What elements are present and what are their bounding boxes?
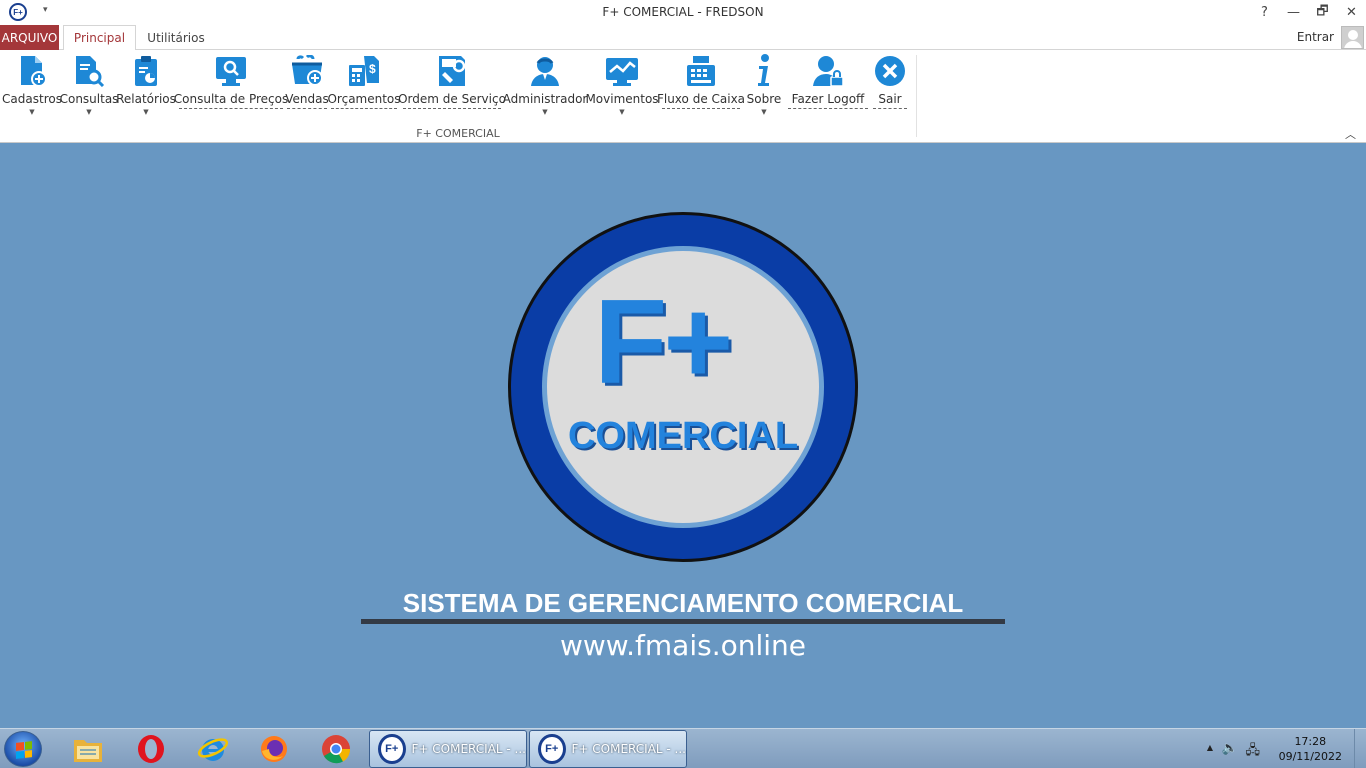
sair-button[interactable]: Sair: [872, 54, 908, 118]
tab-utilitarios[interactable]: Utilitários: [140, 25, 212, 50]
network-icon[interactable]: 🖧: [1246, 741, 1261, 763]
relatorios-label: Relatórios: [116, 92, 176, 106]
consulta-precos-label: Consulta de Preços: [173, 92, 289, 106]
orcamentos-label: Orçamentos: [327, 92, 401, 106]
help-button[interactable]: ?: [1250, 0, 1279, 25]
admin-user-icon: [528, 54, 562, 88]
vendas-label: Vendas: [285, 92, 329, 106]
collapse-ribbon-icon[interactable]: ︿: [1345, 126, 1356, 142]
logo: F+ COMERCIAL: [508, 212, 858, 562]
close-circle-icon: [873, 54, 907, 88]
monitor-chart-icon: [605, 54, 639, 88]
dashed-underline: [403, 108, 501, 109]
fplus-app-icon: F+: [378, 734, 406, 764]
dashed-underline: [662, 108, 740, 109]
consultas-label: Consultas: [59, 92, 119, 106]
sobre-button[interactable]: Sobre ▼: [744, 54, 784, 118]
chevron-down-icon: ▼: [143, 108, 149, 116]
ribbon-group-separator: [916, 55, 917, 137]
opera-icon[interactable]: [135, 733, 167, 765]
website-url: www.fmais.online: [560, 629, 806, 662]
administrador-button[interactable]: Administrador ▼: [503, 54, 587, 118]
chevron-down-icon: ▼: [542, 108, 548, 116]
tagline-underline: [361, 619, 1005, 624]
tray-expand-icon[interactable]: ▲: [1207, 743, 1213, 752]
fplus-app-icon: F+: [538, 734, 566, 764]
windows-logo-icon: [16, 741, 32, 759]
window-title: F+ COMERCIAL - FREDSON: [602, 5, 764, 19]
logo-mark: F+: [594, 275, 733, 409]
firefox-icon[interactable]: [258, 733, 290, 765]
clock[interactable]: 17:28 09/11/2022: [1279, 734, 1342, 764]
service-order-icon: [435, 54, 469, 88]
calculator-document-icon: $: [347, 54, 381, 88]
tab-principal[interactable]: Principal: [63, 25, 136, 51]
sair-label: Sair: [878, 92, 902, 106]
info-icon: [747, 54, 781, 88]
orcamentos-button[interactable]: $ Orçamentos: [327, 54, 401, 118]
fluxo-caixa-button[interactable]: Fluxo de Caixa: [656, 54, 746, 118]
fluxo-caixa-label: Fluxo de Caixa: [656, 92, 746, 106]
show-desktop-button[interactable]: [1354, 729, 1366, 768]
close-button[interactable]: ✕: [1337, 0, 1366, 25]
dashed-underline: [179, 108, 283, 109]
dashed-underline: [788, 108, 868, 109]
ordem-servico-button[interactable]: Ordem de Serviço: [398, 54, 506, 118]
volume-icon[interactable]: 🔈: [1222, 741, 1238, 756]
taskbar-app-2-label: F+ COMERCIAL - ...: [571, 742, 687, 756]
svg-text:$: $: [369, 62, 376, 76]
minimize-button[interactable]: —: [1279, 0, 1308, 25]
cadastros-label: Cadastros: [2, 92, 62, 106]
administrador-label: Administrador: [502, 92, 588, 106]
document-add-icon: [15, 54, 49, 88]
dashed-underline: [873, 108, 907, 109]
consulta-precos-button[interactable]: Consulta de Preços: [174, 54, 288, 118]
vendas-button[interactable]: Vendas: [285, 54, 329, 118]
window-controls: ? — 🗗 ✕: [1250, 0, 1366, 25]
restore-button[interactable]: 🗗: [1308, 0, 1337, 25]
file-explorer-icon[interactable]: [72, 733, 104, 765]
cadastros-button[interactable]: Cadastros ▼: [2, 54, 62, 118]
user-lock-icon: [811, 54, 845, 88]
clipboard-chart-icon: [129, 54, 163, 88]
ribbon-group-label: F+ COMERCIAL: [416, 127, 500, 140]
dashed-underline: [287, 108, 327, 109]
chevron-down-icon: ▼: [29, 108, 35, 116]
avatar[interactable]: [1341, 26, 1364, 49]
clock-date: 09/11/2022: [1278, 750, 1342, 763]
fazer-logoff-button[interactable]: Fazer Logoff: [786, 54, 870, 118]
consultas-button[interactable]: Consultas ▼: [59, 54, 119, 118]
monitor-search-icon: [214, 54, 248, 88]
relatorios-button[interactable]: Relatórios ▼: [116, 54, 176, 118]
tab-arquivo[interactable]: ARQUIVO: [0, 25, 59, 50]
logo-text: COMERCIAL: [567, 415, 799, 457]
signin-link[interactable]: Entrar: [1297, 30, 1334, 44]
chevron-down-icon: ▼: [761, 108, 767, 116]
taskbar-app-1-label: F+ COMERCIAL - ...: [411, 742, 527, 756]
taskbar-app-2[interactable]: F+ F+ COMERCIAL - ...: [529, 730, 687, 768]
taskbar: F+ F+ COMERCIAL - ... F+ F+ COMERCIAL - …: [0, 728, 1366, 768]
ordem-servico-label: Ordem de Serviço: [398, 92, 506, 106]
taskbar-app-1[interactable]: F+ F+ COMERCIAL - ...: [369, 730, 527, 768]
main-background: F+ COMERCIAL SISTEMA DE GERENCIAMENTO CO…: [0, 143, 1366, 728]
shopping-basket-icon: [290, 54, 324, 88]
movimentos-label: Movimentos: [585, 92, 659, 106]
cash-register-icon: [684, 54, 718, 88]
dashed-underline: [331, 108, 397, 109]
ribbon: Cadastros ▼ Consultas ▼ Relatórios ▼ Con…: [0, 50, 1366, 143]
clock-time: 17:28: [1294, 735, 1327, 748]
tagline: SISTEMA DE GERENCIAMENTO COMERCIAL: [402, 588, 964, 618]
ribbon-tabs: ARQUIVO Principal Utilitários Entrar: [0, 25, 1366, 51]
internet-explorer-icon[interactable]: [197, 733, 229, 765]
sobre-label: Sobre: [746, 92, 782, 106]
chrome-icon[interactable]: [320, 733, 352, 765]
movimentos-button[interactable]: Movimentos ▼: [585, 54, 659, 118]
document-search-icon: [72, 54, 106, 88]
chevron-down-icon: ▼: [86, 108, 92, 116]
chevron-down-icon: ▼: [619, 108, 625, 116]
system-tray: ▲ 🔈 🖧 17:28 09/11/2022: [1196, 729, 1366, 768]
fazer-logoff-label: Fazer Logoff: [791, 92, 865, 106]
start-button[interactable]: [4, 731, 42, 767]
title-bar: F+ ▾ F+ COMERCIAL - FREDSON ? — 🗗 ✕: [0, 0, 1366, 25]
